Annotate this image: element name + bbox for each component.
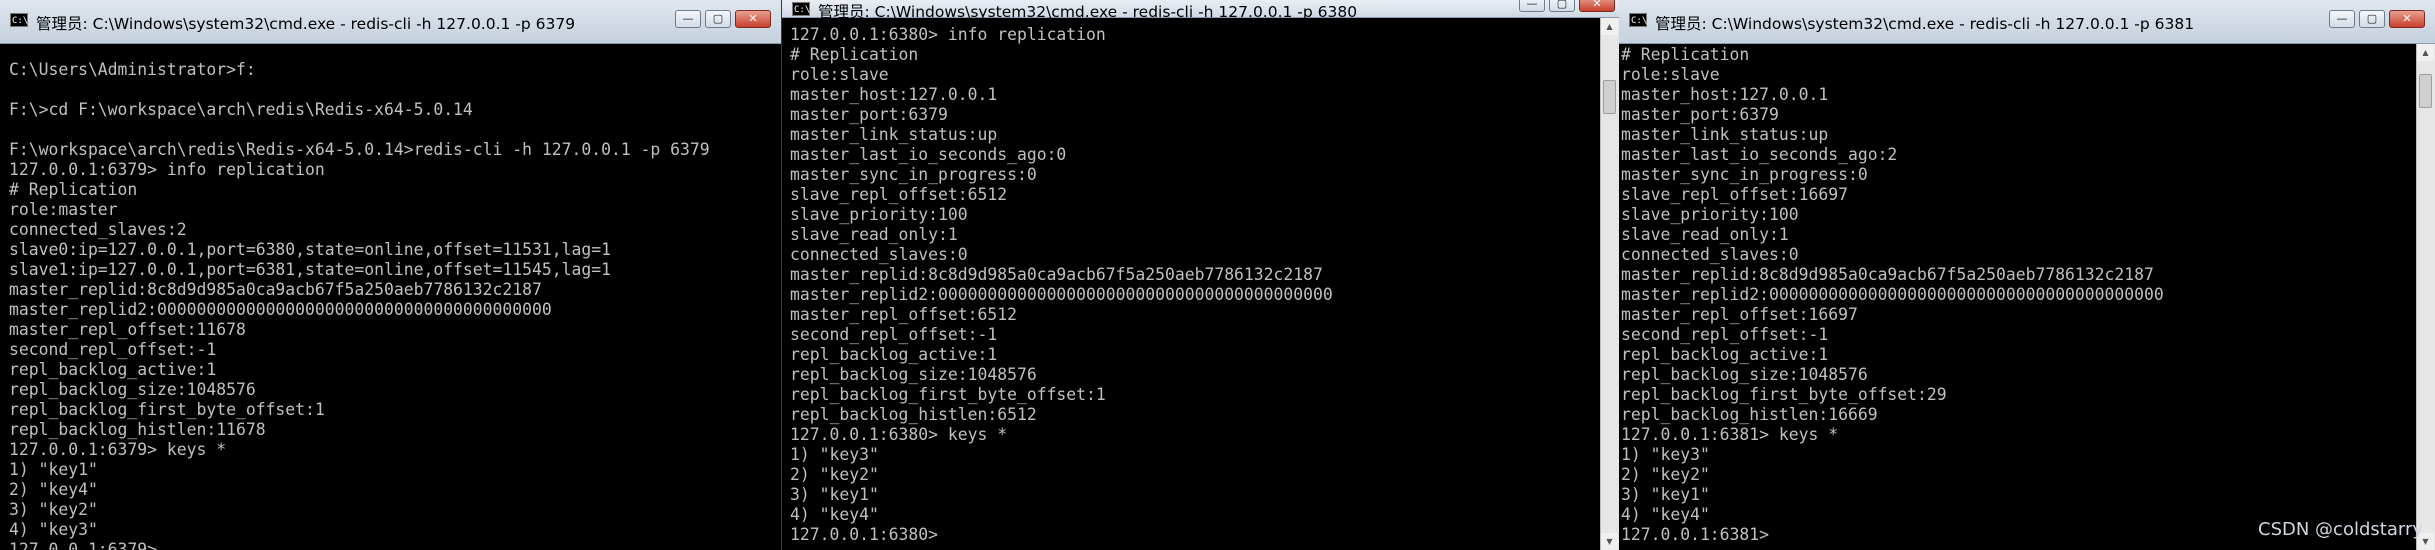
console-output[interactable]: # Replication role:slave master_host:127… [1621,45,2164,545]
cmd-icon: C:\ [792,2,810,16]
window-controls: — ▢ ✕ [675,10,771,28]
window-title: 管理员: C:\Windows\system32\cmd.exe - redis… [36,15,576,33]
cmd-window-6379[interactable]: C:\ 管理员: C:\Windows\system32\cmd.exe - r… [0,0,781,550]
watermark: CSDN @coldstarry [2258,519,2423,540]
scroll-thumb[interactable] [1603,80,1616,114]
close-icon[interactable]: ✕ [2389,10,2425,28]
title-bar[interactable]: C:\ 管理员: C:\Windows\system32\cmd.exe - r… [0,0,781,44]
scroll-thumb[interactable] [2419,74,2432,108]
minimize-icon[interactable]: — [2329,10,2355,28]
scroll-down-icon[interactable]: ▼ [1601,533,1618,550]
scroll-up-icon[interactable]: ▲ [1601,18,1618,35]
cmd-icon: C:\ [1629,13,1647,27]
window-controls: — ▢ ✕ [2329,10,2425,28]
maximize-icon[interactable]: ▢ [1549,0,1575,12]
minimize-icon[interactable]: — [1519,0,1545,12]
close-icon[interactable]: ✕ [735,10,771,28]
cmd-icon: C:\ [10,13,28,27]
console-output[interactable]: C:\Users\Administrator>f: F:\>cd F:\work… [9,60,710,550]
maximize-icon[interactable]: ▢ [705,10,731,28]
close-icon[interactable]: ✕ [1579,0,1615,12]
console-output[interactable]: 127.0.0.1:6380> info replication # Repli… [790,25,1333,545]
vertical-scrollbar[interactable]: ▲ ▼ [1600,18,1619,550]
maximize-icon[interactable]: ▢ [2359,10,2385,28]
minimize-icon[interactable]: — [675,10,701,28]
scroll-up-icon[interactable]: ▲ [2417,44,2434,61]
window-controls: — ▢ ✕ [1519,0,1615,12]
window-title: 管理员: C:\Windows\system32\cmd.exe - redis… [1655,15,2195,33]
title-bar[interactable]: C:\ 管理员: C:\Windows\system32\cmd.exe - r… [1619,0,2435,44]
vertical-scrollbar[interactable]: ▲ ▼ [2416,44,2435,550]
window-title: 管理员: C:\Windows\system32\cmd.exe - redis… [818,3,1358,21]
cmd-window-6381[interactable]: C:\ 管理员: C:\Windows\system32\cmd.exe - r… [1619,0,2435,550]
cmd-window-6380[interactable]: C:\ 管理员: C:\Windows\system32\cmd.exe - r… [782,0,1619,550]
title-bar[interactable]: C:\ 管理员: C:\Windows\system32\cmd.exe - r… [782,0,1619,21]
